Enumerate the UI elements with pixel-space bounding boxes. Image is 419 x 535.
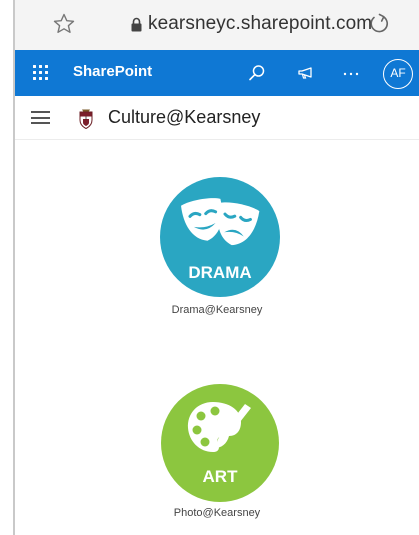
- avatar[interactable]: AF: [383, 59, 413, 89]
- tile-circle[interactable]: DRAMA: [160, 177, 280, 297]
- megaphone-icon[interactable]: [296, 63, 316, 83]
- url-text[interactable]: kearsneyc.sharepoint.com: [148, 13, 372, 35]
- lock-icon: [131, 17, 142, 32]
- left-margin: [0, 0, 14, 535]
- theatre-masks-icon: [181, 198, 260, 246]
- waffle-icon[interactable]: [32, 64, 50, 82]
- search-icon[interactable]: [247, 63, 267, 83]
- tile-badge: ART: [202, 467, 238, 486]
- browser-address-bar: kearsneyc.sharepoint.com: [15, 0, 419, 50]
- site-header: Culture@Kearsney: [15, 96, 419, 140]
- tile-caption[interactable]: Photo@Kearsney: [15, 507, 419, 519]
- suite-bar: SharePoint AF: [15, 50, 419, 96]
- site-tile-drama[interactable]: DRAMA Drama@Kearsney: [15, 177, 419, 322]
- hamburger-icon[interactable]: [31, 111, 50, 124]
- more-icon[interactable]: [341, 63, 361, 83]
- page: kearsneyc.sharepoint.com SharePoint AF C…: [0, 0, 419, 535]
- star-icon[interactable]: [52, 12, 76, 36]
- sharepoint-brand[interactable]: SharePoint: [73, 63, 152, 80]
- site-tile-art[interactable]: ART Photo@Kearsney: [15, 384, 419, 529]
- palette-brush-icon: [187, 402, 251, 452]
- crest-logo[interactable]: [77, 106, 95, 130]
- reload-icon[interactable]: [367, 12, 391, 36]
- tile-badge: DRAMA: [188, 263, 252, 282]
- tile-circle[interactable]: ART: [161, 384, 279, 502]
- tile-caption[interactable]: Drama@Kearsney: [15, 304, 419, 316]
- site-title[interactable]: Culture@Kearsney: [108, 107, 260, 128]
